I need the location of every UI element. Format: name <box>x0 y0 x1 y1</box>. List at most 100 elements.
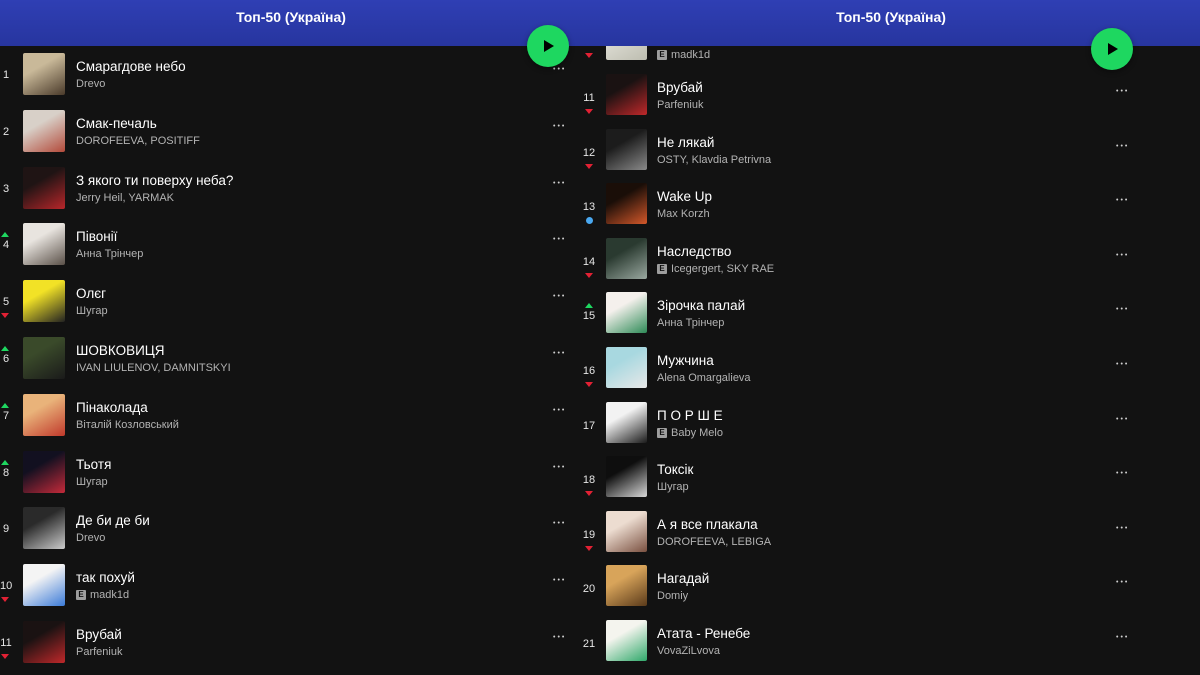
track-row[interactable]: 11 Врубай Parfeniuk ••• <box>582 68 1200 123</box>
track-row[interactable]: 18 Токсік Шугар ••• <box>582 450 1200 505</box>
artist-line: Parfeniuk <box>76 646 122 658</box>
artist-name[interactable]: Шугар <box>76 305 108 317</box>
artist-name[interactable]: Max Korzh <box>657 208 710 220</box>
more-options-icon[interactable]: ••• <box>553 236 566 243</box>
artist-name[interactable]: OSTY, Klavdia Petrivna <box>657 154 771 166</box>
more-options-icon[interactable]: ••• <box>553 407 566 414</box>
more-options-icon[interactable]: ••• <box>1116 634 1129 641</box>
track-title[interactable]: Наследство <box>657 244 774 259</box>
track-title[interactable]: Смак-печаль <box>76 116 200 131</box>
artist-name[interactable]: Parfeniuk <box>76 646 122 658</box>
more-options-icon[interactable]: ••• <box>1116 252 1129 259</box>
more-options-icon[interactable]: ••• <box>1116 306 1129 313</box>
more-options-icon[interactable]: ••• <box>553 66 566 73</box>
artist-name[interactable]: Jerry Heil, YARMAK <box>76 192 174 204</box>
track-row[interactable]: 4 Півонії Анна Трінчер ••• <box>0 216 582 273</box>
track-row[interactable]: 10 так похуй Emadk1d ••• <box>0 557 582 614</box>
track-row[interactable]: 13 Wake Up Max Korzh ••• <box>582 177 1200 232</box>
artist-name[interactable]: Domiy <box>657 590 688 602</box>
more-options-icon[interactable]: ••• <box>553 577 566 584</box>
more-options-icon[interactable]: ••• <box>553 634 566 641</box>
track-row[interactable]: 12 Не лякай OSTY, Klavdia Petrivna ••• <box>582 123 1200 178</box>
track-row[interactable]: 11 Врубай Parfeniuk ••• <box>0 614 582 671</box>
track-info: Смак-печаль DOROFEEVA, POSITIFF <box>76 116 200 147</box>
track-title[interactable]: так похуй <box>76 570 135 585</box>
more-options-icon[interactable]: ••• <box>553 520 566 527</box>
track-title[interactable]: Пінаколада <box>76 400 179 415</box>
artist-name[interactable]: Icegergert, SKY RAE <box>671 263 774 275</box>
play-button[interactable] <box>527 25 569 67</box>
track-row[interactable]: 6 ШОВКОВИЦЯ IVAN LIULENOV, DAMNITSKYI ••• <box>0 330 582 387</box>
album-cover <box>606 183 647 225</box>
artist-name[interactable]: Drevo <box>76 532 105 544</box>
track-row[interactable]: 2 Смак-печаль DOROFEEVA, POSITIFF ••• <box>0 103 582 160</box>
artist-name[interactable]: Drevo <box>76 78 105 90</box>
more-options-icon[interactable]: ••• <box>553 180 566 187</box>
more-options-icon[interactable]: ••• <box>1116 361 1129 368</box>
track-title[interactable]: П О Р Ш Е <box>657 408 723 423</box>
track-row[interactable]: 21 Атата - Ренебе VovaZiLvova ••• <box>582 614 1200 669</box>
track-title[interactable]: Врубай <box>657 80 703 95</box>
trend-up-icon <box>1 459 9 465</box>
track-row[interactable]: 15 Зірочка палай Анна Трінчер ••• <box>582 286 1200 341</box>
track-row[interactable]: 8 Тьотя Шугар ••• <box>0 444 582 501</box>
playlist-panel-left: Топ-50 (Україна) 1 Смарагдове небо Drevo ••… <box>0 0 582 675</box>
album-cover <box>23 507 65 550</box>
artist-name[interactable]: Шугар <box>657 481 689 493</box>
track-title[interactable]: Тьотя <box>76 457 111 472</box>
track-title[interactable]: ШОВКОВИЦЯ <box>76 343 231 358</box>
track-title[interactable]: Зірочка палай <box>657 298 745 313</box>
more-options-icon[interactable]: ••• <box>553 123 566 130</box>
track-row[interactable]: 7 Пінаколада Віталій Козловський ••• <box>0 387 582 444</box>
more-options-icon[interactable]: ••• <box>1116 416 1129 423</box>
play-button[interactable] <box>1091 28 1133 70</box>
track-row[interactable]: 17 П О Р Ш Е E Baby Melo ••• <box>582 396 1200 451</box>
play-icon <box>544 40 554 52</box>
artist-name[interactable]: Анна Трінчер <box>657 317 724 329</box>
artist-name[interactable]: Шугар <box>76 476 108 488</box>
track-row[interactable]: 20 Нагадай Domiy ••• <box>582 559 1200 614</box>
artist-name[interactable]: Анна Трінчер <box>76 248 143 260</box>
track-row[interactable]: 9 Де би де би Drevo ••• <box>0 500 582 557</box>
more-options-icon[interactable]: ••• <box>1116 525 1129 532</box>
more-options-icon[interactable]: ••• <box>1116 88 1129 95</box>
artist-name[interactable]: DOROFEEVA, POSITIFF <box>76 135 200 147</box>
track-row[interactable]: 5 Олєг Шугар ••• <box>0 273 582 330</box>
track-title[interactable]: Мужчина <box>657 353 751 368</box>
track-title[interactable]: А я все плакала <box>657 517 771 532</box>
track-title[interactable]: Атата - Ренебе <box>657 626 750 641</box>
track-row[interactable]: 1 Смарагдове небо Drevo ••• <box>0 46 582 103</box>
more-options-icon[interactable]: ••• <box>553 464 566 471</box>
track-title[interactable]: З якого ти поверху неба? <box>76 173 233 188</box>
track-row[interactable]: 14 Наследство E Icegergert, SKY RAE ••• <box>582 232 1200 287</box>
more-options-icon[interactable]: ••• <box>1116 197 1129 204</box>
track-title[interactable]: Врубай <box>76 627 122 642</box>
artist-name[interactable]: madk1d <box>671 49 710 60</box>
track-rank: 19 <box>582 528 596 541</box>
track-row[interactable]: 19 А я все плакала DOROFEEVA, LEBIGA ••• <box>582 505 1200 560</box>
track-title[interactable]: Нагадай <box>657 571 709 586</box>
more-options-icon[interactable]: ••• <box>553 293 566 300</box>
artist-name[interactable]: Alena Omargalieva <box>657 372 751 384</box>
track-title[interactable]: Смарагдове небо <box>76 59 186 74</box>
track-title[interactable]: Wake Up <box>657 189 712 204</box>
artist-name[interactable]: Віталій Козловський <box>76 419 179 431</box>
track-title[interactable]: Олєг <box>76 286 108 301</box>
artist-name[interactable]: madk1d <box>90 589 129 601</box>
artist-name[interactable]: IVAN LIULENOV, DAMNITSKYI <box>76 362 231 374</box>
more-options-icon[interactable]: ••• <box>1116 579 1129 586</box>
artist-name[interactable]: Baby Melo <box>671 427 723 439</box>
track-title[interactable]: Не лякай <box>657 135 771 150</box>
more-options-icon[interactable]: ••• <box>1116 143 1129 150</box>
track-rank: 9 <box>2 523 10 536</box>
track-row[interactable]: 3 З якого ти поверху неба? Jerry Heil, YAR… <box>0 160 582 217</box>
artist-name[interactable]: Parfeniuk <box>657 99 703 111</box>
track-title[interactable]: Токсік <box>657 462 693 477</box>
track-title[interactable]: Півонії <box>76 229 143 244</box>
artist-name[interactable]: VovaZiLvova <box>657 645 720 657</box>
artist-name[interactable]: DOROFEEVA, LEBIGA <box>657 536 771 548</box>
track-row[interactable]: 16 Мужчина Alena Omargalieva ••• <box>582 341 1200 396</box>
more-options-icon[interactable]: ••• <box>1116 470 1129 477</box>
track-title[interactable]: Де би де би <box>76 513 150 528</box>
more-options-icon[interactable]: ••• <box>553 350 566 357</box>
